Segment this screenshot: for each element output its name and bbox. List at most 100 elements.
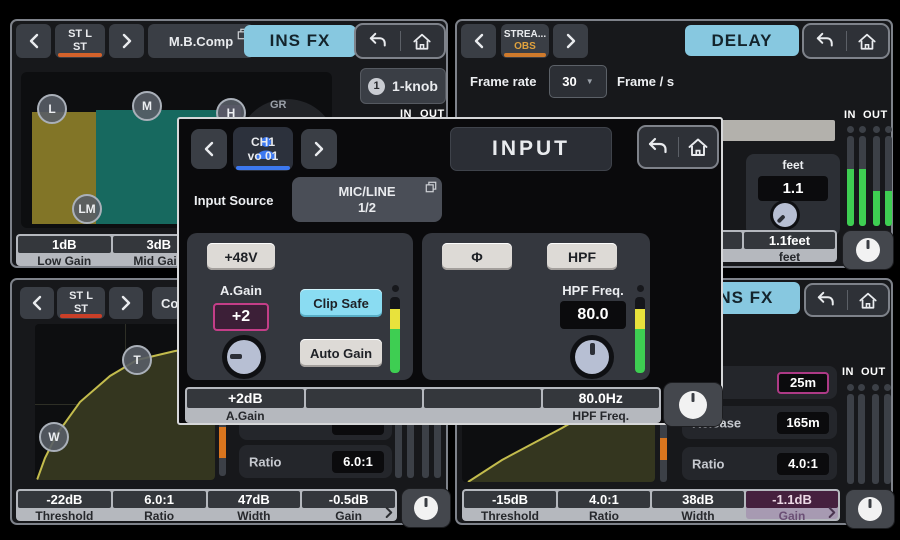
corner-nav (354, 23, 446, 59)
hpf-button[interactable]: HPF (547, 243, 617, 270)
auto-gain-button[interactable]: Auto Gain (300, 339, 382, 367)
low-band-marker[interactable]: L (37, 94, 67, 124)
strip-cell-ratio[interactable]: 4.0:1 Ratio (558, 491, 650, 519)
phase-button[interactable]: Φ (442, 243, 512, 270)
mid-band-marker[interactable]: M (132, 91, 162, 121)
knob-mode-button[interactable] (401, 488, 451, 528)
clip-dot (637, 285, 644, 292)
row-value: 4.0:1 (777, 453, 829, 475)
threshold-marker[interactable]: T (122, 345, 152, 375)
cell-label (306, 409, 423, 422)
channel-name: CH1 (251, 135, 275, 149)
home-icon[interactable] (679, 127, 718, 167)
lowmid-crossover-marker[interactable]: LM (72, 194, 102, 224)
strip-cell-width[interactable]: 47dB Width (208, 491, 301, 519)
width-marker[interactable]: W (39, 422, 69, 452)
out-meter (872, 394, 879, 484)
hpf-freq-knob[interactable] (570, 335, 614, 379)
home-icon[interactable] (847, 25, 889, 57)
again-section: +48V A.Gain +2 Clip Safe Auto Gain (187, 233, 413, 380)
clip-dot (392, 285, 399, 292)
input-source-button[interactable]: MIC/LINE 1/2 (292, 177, 442, 222)
ratio-row[interactable]: Ratio 6.0:1 (239, 445, 392, 478)
hpf-freq-value[interactable]: 80.0 (560, 301, 626, 329)
chevron-left-icon (473, 32, 485, 50)
undo-icon[interactable] (806, 285, 847, 315)
delay-knob[interactable] (770, 200, 800, 230)
knob-mode-button[interactable] (842, 230, 894, 270)
again-knob[interactable] (222, 335, 266, 379)
parameter-strip: -15dB Threshold 4.0:1 Ratio 38dB Width -… (462, 489, 840, 521)
cell-value: -0.5dB (302, 491, 395, 508)
corner-nav (802, 23, 890, 59)
one-knob-button[interactable]: 1 1-knob (360, 68, 446, 104)
prev-channel-button[interactable] (16, 24, 51, 58)
channel-select-button[interactable]: ST L ST (57, 287, 105, 319)
fx-library-button[interactable]: M.B.Comp (148, 24, 254, 58)
hpf-freq-label: HPF Freq. (550, 283, 636, 298)
next-channel-button[interactable] (301, 129, 337, 169)
fx-name: M.B.Comp (169, 34, 233, 49)
parameter-strip: -22dB Threshold 6.0:1 Ratio 47dB Width -… (16, 489, 397, 521)
chevron-left-icon (203, 140, 215, 158)
undo-icon[interactable] (639, 127, 678, 167)
gr-meter-label: GR (270, 99, 287, 111)
console-screen: ST L ST M.B.Comp INS FX L M H LM (0, 0, 900, 540)
channel-color-bar (58, 53, 102, 57)
undo-icon[interactable] (356, 25, 400, 57)
next-channel-button[interactable] (553, 24, 588, 58)
again-value[interactable]: +2 (213, 303, 269, 331)
strip-cell-gain-selected[interactable]: -1.1dB Gain (746, 491, 838, 519)
home-icon[interactable] (848, 285, 889, 315)
chevron-right-icon (565, 32, 577, 50)
next-channel-button[interactable] (109, 24, 144, 58)
ratio-row[interactable]: Ratio 4.0:1 (682, 447, 837, 480)
knob-mode-button[interactable] (663, 382, 723, 427)
home-icon[interactable] (401, 25, 445, 57)
feet-label: feet (746, 158, 840, 172)
in-meter (858, 394, 865, 484)
prev-channel-button[interactable] (191, 129, 227, 169)
clip-dot (858, 384, 865, 391)
next-channel-button[interactable] (109, 287, 143, 319)
cell-value: 1.1feet (744, 232, 835, 249)
cell-value (306, 389, 423, 408)
channel-name: STREA... (504, 29, 546, 41)
strip-cell[interactable]: 1.1feet feet (744, 232, 835, 260)
frame-rate-dropdown[interactable]: 30 ▼ (549, 65, 607, 98)
strip-cell[interactable] (424, 389, 541, 421)
channel-select-button[interactable]: ST L ST (55, 24, 105, 58)
cell-value: -15dB (464, 491, 556, 508)
in-meter (847, 136, 854, 226)
strip-cell-threshold[interactable]: -22dB Threshold (18, 491, 111, 519)
one-knob-badge: 1 (368, 78, 385, 95)
phantom-48v-button[interactable]: +48V (207, 243, 275, 270)
strip-cell-gain[interactable]: -0.5dB Gain (302, 491, 395, 519)
input-dialog: CH1 vo 01 INPUT Input Source MIC/LINE 1/… (177, 117, 723, 425)
knob-mode-button[interactable] (845, 489, 895, 529)
row-label: Ratio (249, 454, 282, 469)
strip-cell[interactable]: 1dB Low Gain (18, 236, 111, 264)
cell-label: HPF Freq. (543, 409, 660, 422)
channel-select-button[interactable]: STREA... OBS (501, 24, 549, 58)
cell-label: feet (744, 250, 835, 263)
strip-cell-width[interactable]: 38dB Width (652, 491, 744, 519)
channel-select-button[interactable]: CH1 vo 01 (233, 127, 293, 171)
strip-cell[interactable] (306, 389, 423, 421)
prev-channel-button[interactable] (20, 287, 54, 319)
frame-rate-label: Frame rate (470, 74, 536, 89)
feet-value[interactable]: 1.1 (758, 176, 828, 201)
undo-icon[interactable] (804, 25, 846, 57)
prev-channel-button[interactable] (461, 24, 496, 58)
cell-value: -1.1dB (746, 491, 838, 508)
clip-safe-button[interactable]: Clip Safe (300, 289, 382, 317)
out-meter (884, 394, 891, 484)
page-title: INS FX (244, 25, 356, 57)
chevron-right-icon (121, 32, 133, 50)
dialog-title: INPUT (450, 127, 612, 171)
row-label: Ratio (692, 456, 725, 471)
strip-cell-ratio[interactable]: 6.0:1 Ratio (113, 491, 206, 519)
strip-cell-hpf-freq[interactable]: 80.0Hz HPF Freq. (543, 389, 660, 421)
strip-cell-threshold[interactable]: -15dB Threshold (464, 491, 556, 519)
strip-cell-again[interactable]: +2dB A.Gain (187, 389, 304, 421)
